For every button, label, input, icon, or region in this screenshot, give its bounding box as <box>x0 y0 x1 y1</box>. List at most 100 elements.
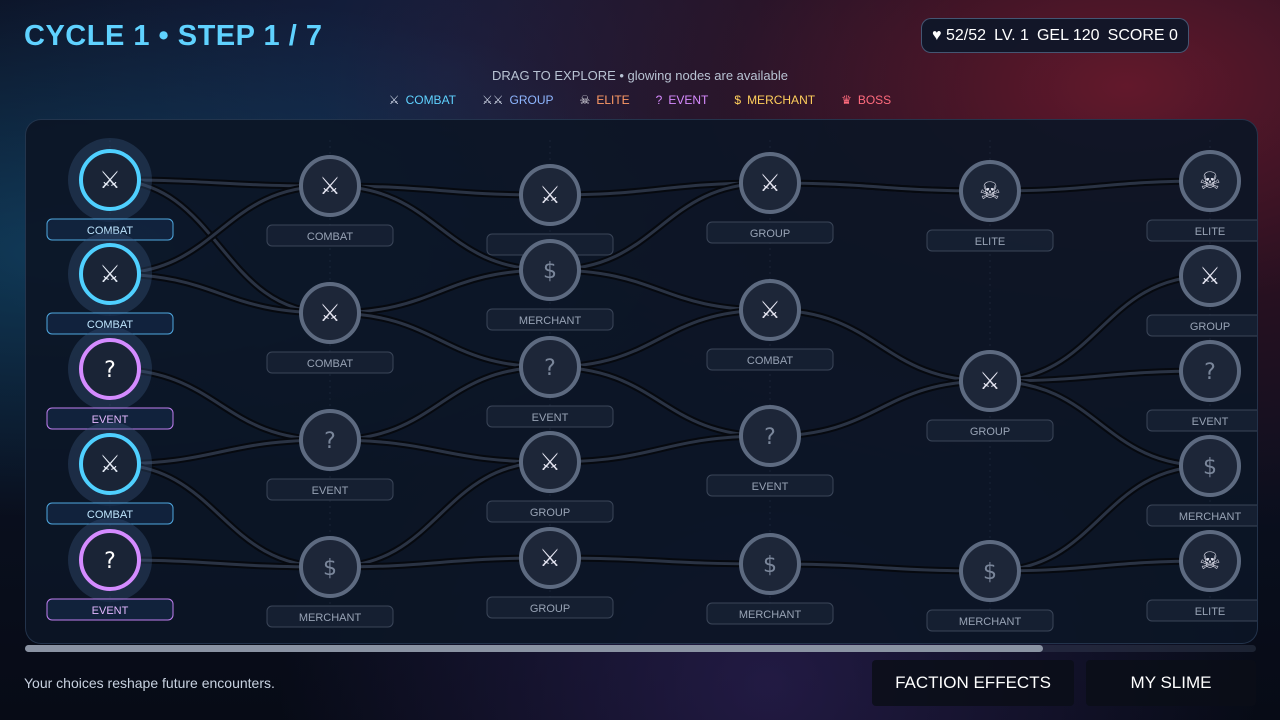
dollar-icon: $ <box>983 560 997 585</box>
skull-icon: ☠ <box>979 177 1001 205</box>
question-icon: ? <box>104 549 116 574</box>
map-node-event: ? EVENT <box>1146 340 1257 432</box>
crossed-swords-icon: ⚔ <box>759 296 781 324</box>
dollar-icon: $ <box>734 93 742 107</box>
map-node-group: ⚔ GROUP <box>486 431 614 523</box>
question-icon: ? <box>104 358 116 383</box>
route-map-board[interactable]: ⚔ COMBAT ⚔ COMBAT? EVENT ⚔ COMBAT? EVENT ⚔ COMBAT… <box>25 119 1258 644</box>
map-node-combat: ⚔ COMBAT <box>266 155 394 247</box>
question-icon: ? <box>764 425 776 450</box>
my-slime-button[interactable]: MY SLIME <box>1086 660 1256 706</box>
node-label: EVENT <box>312 485 349 497</box>
node-label: ELITE <box>1195 606 1226 618</box>
route-path <box>329 268 551 315</box>
question-icon: ? <box>1204 360 1216 385</box>
node-label: COMBAT <box>747 355 794 367</box>
question-icon: ? <box>655 93 663 107</box>
map-node-elite: ☠ ELITE <box>1146 150 1257 242</box>
map-node-event[interactable]: ? EVENT <box>46 518 174 621</box>
crossed-swords-icon: ⚔ <box>759 169 781 197</box>
skull-icon: ☠ <box>1199 547 1221 575</box>
scrollbar-thumb[interactable] <box>25 645 1043 652</box>
skull-icon: ☠ <box>1199 167 1221 195</box>
map-node-group: ⚔ GROUP <box>1146 245 1257 337</box>
map-horizontal-scrollbar[interactable] <box>25 645 1256 652</box>
legend-combat: ⚔ COMBAT <box>388 93 457 107</box>
legend-group: ⚔⚔ GROUP <box>482 93 554 107</box>
crossed-swords-icon: ⚔ <box>99 260 121 288</box>
map-node-combat[interactable]: ⚔COMBAT <box>46 232 174 335</box>
cycle-step-title: CYCLE 1 • STEP 1 / 7 <box>24 20 323 52</box>
crossed-swords-icon: ⚔ <box>979 367 1001 395</box>
crossed-swords-icon: ⚔ <box>539 544 561 572</box>
node-label: EVENT <box>1192 416 1229 428</box>
map-node-group: ⚔ GROUP <box>926 350 1054 442</box>
route-map-canvas[interactable]: ⚔COMBAT⚔COMBAT?EVENT⚔COMBAT?EVENT⚔COMBAT… <box>26 120 1257 643</box>
legend-boss: ♛ BOSS <box>841 93 892 107</box>
map-node-group: ⚔ GROUP <box>486 527 614 619</box>
node-label: GROUP <box>530 603 570 615</box>
node-label: ELITE <box>1195 226 1226 238</box>
crossed-swords-icon: ⚔ <box>319 172 341 200</box>
map-node-merchant: $ MERCHANT <box>1146 435 1257 527</box>
map-node-merchant: $ MERCHANT <box>926 540 1054 632</box>
route-path <box>329 365 551 442</box>
node-label: COMBAT <box>307 358 354 370</box>
crossed-swords-icon: ⚔ <box>1199 262 1221 290</box>
crossed-swords-icon: ⚔ <box>539 181 561 209</box>
question-icon: ? <box>544 356 556 381</box>
node-label: MERCHANT <box>739 609 802 621</box>
level-stat: LV. 1 <box>994 26 1029 44</box>
node-type-legend: ⚔ COMBAT ⚔⚔ GROUP ☠ ELITE ? EVENT $ MERCHANT … <box>0 93 1280 107</box>
route-connections <box>109 140 1211 620</box>
dollar-icon: $ <box>543 259 557 284</box>
map-node-combat: ⚔ COMBAT <box>706 279 834 371</box>
double-swords-icon: ⚔⚔ <box>482 93 504 107</box>
map-node-event: ? EVENT <box>486 336 614 428</box>
crossed-swords-icon: ⚔ <box>319 299 341 327</box>
map-node-combat: ⚔ COMBAT <box>266 282 394 374</box>
map-node-merchant: $ MERCHANT <box>706 533 834 625</box>
dollar-icon: $ <box>323 556 337 581</box>
node-label: MERCHANT <box>299 612 362 624</box>
dollar-icon: $ <box>763 553 777 578</box>
node-label: GROUP <box>1190 321 1230 333</box>
explore-hint: DRAG TO EXPLORE • glowing nodes are avai… <box>492 68 788 83</box>
crossed-swords-icon: ⚔ <box>539 448 561 476</box>
node-label: MERCHANT <box>1179 511 1242 523</box>
route-path <box>549 268 771 312</box>
node-label: MERCHANT <box>519 315 582 327</box>
node-label: EVENT <box>532 412 569 424</box>
score-stat: SCORE 0 <box>1107 26 1178 44</box>
faction-effects-button[interactable]: FACTION EFFECTS <box>872 660 1074 706</box>
skull-icon: ☠ <box>579 93 591 107</box>
node-label: EVENT <box>92 605 129 617</box>
node-label: GROUP <box>970 426 1010 438</box>
map-node-event: ? EVENT <box>266 409 394 501</box>
node-label: GROUP <box>530 507 570 519</box>
map-node-group: ⚔ GROUP <box>706 152 834 244</box>
node-label: EVENT <box>752 481 789 493</box>
legend-elite: ☠ ELITE <box>579 93 630 107</box>
hp-stat: ♥ 52/52 <box>932 27 986 45</box>
question-icon: ? <box>324 429 336 454</box>
footer-hint: Your choices reshape future encounters. <box>24 675 275 691</box>
gel-stat: GEL 120 <box>1036 26 1100 44</box>
dollar-icon: $ <box>1203 455 1217 480</box>
map-node-event[interactable]: ?EVENT <box>46 327 174 430</box>
legend-merchant: $ MERCHANT <box>734 93 816 107</box>
node-label: ELITE <box>975 236 1006 248</box>
crossed-swords-icon: ⚔ <box>99 166 121 194</box>
player-stats-panel: ♥ 52/52 LV. 1 GEL 120 SCORE 0 <box>921 18 1189 53</box>
node-label: GROUP <box>750 228 790 240</box>
map-node-elite: ☠ ELITE <box>926 160 1054 252</box>
heart-icon: ♥ <box>932 26 942 44</box>
node-label: MERCHANT <box>959 616 1022 628</box>
hp-value: 52/52 <box>946 26 987 44</box>
crown-icon: ♛ <box>841 93 852 107</box>
map-node-event: ? EVENT <box>706 405 834 497</box>
legend-event: ? EVENT <box>655 93 709 107</box>
crossed-swords-icon: ⚔ <box>99 450 121 478</box>
node-label: COMBAT <box>307 231 354 243</box>
crossed-swords-icon: ⚔ <box>388 93 400 107</box>
